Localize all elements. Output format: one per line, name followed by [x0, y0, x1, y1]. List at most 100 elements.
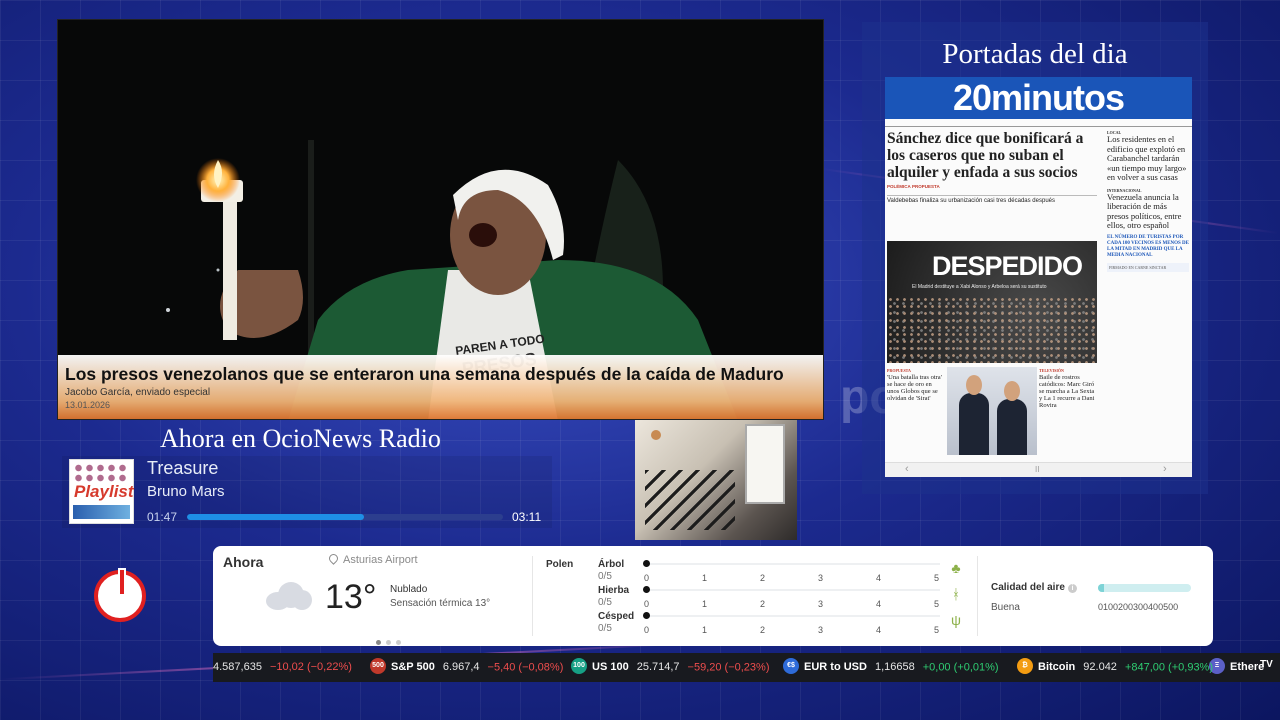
pause-icon[interactable]: II — [1035, 465, 1039, 474]
weather-condition: Nublado — [390, 584, 428, 595]
page-dot[interactable] — [376, 640, 381, 645]
weather-temperature: 13° — [325, 578, 377, 616]
polen-track — [646, 589, 940, 591]
newspaper-people-photo — [947, 367, 1037, 455]
weather-location[interactable]: Asturias Airport — [327, 552, 418, 566]
page-dot[interactable] — [386, 640, 391, 645]
polen-value: 0/5 — [598, 623, 612, 634]
ticker-name: EUR to USD — [804, 661, 867, 674]
newspaper-bottom-left-text: 'Una batalla tras otra' se hace de oro e… — [887, 374, 942, 402]
ticker-name: S&P 500 — [391, 661, 435, 674]
ticker-value: 6.967,4 — [442, 661, 480, 674]
news-headline[interactable]: Los presos venezolanos que se enteraron … — [65, 363, 816, 385]
ticker-change: −10,02 (−0,22%) — [269, 661, 352, 673]
polen-scale-tick: 2 — [760, 625, 766, 635]
polen-scale-tick: 0 — [644, 599, 650, 609]
ticker-item[interactable]: 500 S&P 500 6.967,4 −5,40 (−0,08%) — [370, 658, 564, 674]
staircase — [645, 470, 735, 530]
polen-scale-tick: 4 — [876, 625, 882, 635]
ticker-value: 4.587,635 — [213, 661, 262, 673]
air-quality-bar — [1098, 584, 1191, 592]
newspaper-dateline — [885, 119, 1192, 127]
polen-scale-tick: 3 — [818, 625, 824, 635]
weather-pagination[interactable] — [376, 632, 406, 650]
polen-row: Césped 0/5 0 1 2 3 4 5 ψ — [598, 611, 968, 635]
tradingview-logo[interactable]: TV — [1260, 659, 1278, 675]
newspaper-side-box: FIRMADO EN CARNE SINCTAR — [1107, 262, 1189, 272]
newspaper-bottom-left: PROPUESTA 'Una batalla tras otra' se hac… — [887, 367, 945, 402]
front-pages-panel: Portadas del dia 20minutos Sánchez dice … — [862, 22, 1208, 494]
newspaper-side-highlight: EL NÚMERO DE TURISTAS POR CADA 100 VECIN… — [1107, 234, 1190, 258]
polen-row: Árbol 0/5 0 1 2 3 4 5 ♣ — [598, 559, 968, 583]
polen-track — [646, 563, 940, 565]
polen-level-dot — [643, 586, 650, 593]
radio-title: Ahora en OcioNews Radio — [160, 424, 441, 453]
ticker-change: +0,00 (+0,01%) — [922, 661, 999, 674]
power-icon[interactable] — [94, 568, 146, 622]
person-figure — [959, 375, 989, 455]
polen-scale-tick: 0 — [644, 573, 650, 583]
news-card[interactable]: PAREN A TODO PRESOS Los presos venezolan… — [57, 19, 824, 420]
ticker-badge-icon: ₿ — [1017, 658, 1033, 674]
ticker-badge-icon: 500 — [370, 658, 386, 674]
current-time: 01:47 — [147, 510, 178, 524]
newspaper-front-page[interactable]: 20minutos Sánchez dice que bonificará a … — [885, 77, 1192, 477]
ticker-item[interactable]: 100 US 100 25.714,7 −59,20 (−0,23%) — [571, 658, 769, 674]
polen-scale-tick: 3 — [818, 573, 824, 583]
newspaper-main-story: Sánchez dice que bonificará a los casero… — [887, 130, 1097, 204]
song-progress-bar[interactable] — [187, 514, 503, 520]
newspaper-side-column: LOCAL Los residentes en el edificio que … — [1107, 130, 1189, 272]
weather-widget: Ahora Asturias Airport 13° Nublado Sensa… — [213, 546, 1213, 646]
lawn-icon: ψ — [951, 612, 961, 628]
newspaper-nav: ‹ II › — [885, 462, 1192, 477]
polen-scale-tick: 5 — [934, 599, 940, 609]
door — [745, 424, 785, 504]
newspaper-side-headline: Venezuela anuncia la liberación de más p… — [1107, 191, 1182, 230]
newspaper-bottom: PROPUESTA 'Una batalla tras otra' se hac… — [887, 367, 1097, 459]
air-quality-title: Calidad del aire i — [991, 582, 1077, 593]
page-dot[interactable] — [396, 640, 401, 645]
polen-scale-tick: 5 — [934, 625, 940, 635]
newspaper-tag: FIRMADO EN CARNE SINCTAR — [1109, 264, 1167, 270]
wall-clock — [651, 430, 661, 440]
cover-logo: Playlist — [74, 482, 134, 501]
newspaper-bottom-right-text: Baile de rostros catódicos: Marc Giró se… — [1039, 374, 1095, 409]
polen-scale-tick: 2 — [760, 599, 766, 609]
tree-icon: ♣ — [951, 560, 961, 576]
weather-now-label: Ahora — [223, 554, 264, 570]
polen-level-dot — [643, 612, 650, 619]
ticker-badge-icon: €$ — [783, 658, 799, 674]
polen-name: Árbol — [598, 559, 625, 570]
newspaper-bottom-right: TELEVISIÓN Baile de rostros catódicos: M… — [1039, 367, 1097, 409]
ticker-item[interactable]: €$ EUR to USD 1,16658 +0,00 (+0,01%) — [783, 658, 999, 674]
weather-location-text: Asturias Airport — [343, 554, 418, 566]
newspaper-masthead: 20minutos — [885, 77, 1192, 119]
ticker-change: −5,40 (−0,08%) — [487, 661, 564, 674]
newspaper-photo-title: DESPEDIDO — [932, 251, 1083, 281]
next-page-icon[interactable]: › — [1163, 463, 1167, 475]
crowd-image — [887, 296, 1097, 363]
polen-row: Hierba 0/5 0 1 2 3 4 5 ᚼ — [598, 585, 968, 609]
newspaper-main-body: POLÉMICA PROPUESTA — [887, 184, 1097, 190]
song-progress-fill — [187, 514, 364, 520]
ticker-name: Bitcoin — [1038, 661, 1076, 674]
total-time: 03:11 — [512, 510, 542, 524]
ticker-value: 25.714,7 — [636, 661, 680, 674]
song-artist: Bruno Mars — [147, 483, 225, 500]
polen-title: Polen — [546, 559, 574, 570]
song-title: Treasure — [147, 458, 219, 478]
location-pin-icon — [327, 552, 340, 565]
ticker-item[interactable]: ₿ Bitcoin 92.042 +847,00 (+0,93%) — [1017, 658, 1213, 674]
person-figure — [997, 381, 1027, 455]
polen-scale-tick: 5 — [934, 573, 940, 583]
market-ticker[interactable]: Ξ Ethere ₿ Bitcoin 92.042 +847,00 (+0,93%) €$ E… — [213, 653, 1280, 682]
album-cover: Playlist — [69, 459, 134, 524]
newspaper-tag: POLÉMICA — [887, 184, 911, 189]
prev-page-icon[interactable]: ‹ — [905, 463, 909, 475]
info-icon[interactable]: i — [1067, 584, 1077, 593]
newspaper-photo: DESPEDIDO El Madrid destituye a Xabi Alo… — [887, 241, 1097, 363]
ticker-item[interactable]: 4.587,635 −10,02 (−0,22%) — [213, 661, 352, 673]
polen-level-dot — [643, 560, 650, 567]
ticker-value: 92.042 — [1083, 661, 1117, 674]
divider — [977, 556, 978, 636]
